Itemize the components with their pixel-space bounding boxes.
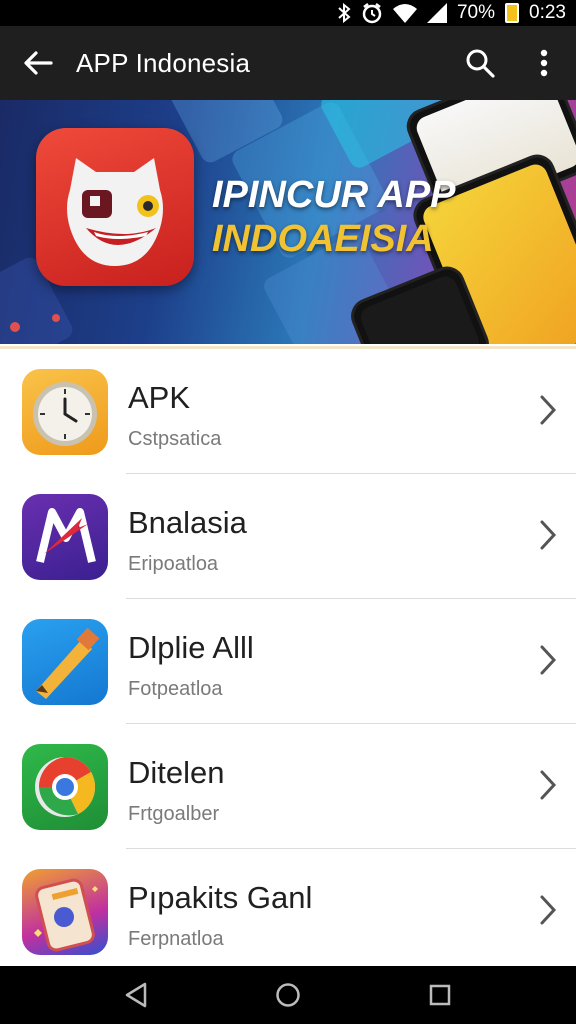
- page-title: APP Indonesia: [76, 47, 251, 78]
- bluetooth-icon: [337, 3, 351, 23]
- app-subtitle: Ferpnatloa: [128, 928, 224, 950]
- chevron-right-icon: [538, 769, 558, 806]
- app-name: Dlplie Alll: [128, 630, 254, 665]
- promo-banner[interactable]: IPINCUR APP INDOAEISIA: [0, 100, 576, 344]
- banner-title-line1: IPINCUR APP: [212, 174, 456, 216]
- signal-icon: [426, 3, 447, 23]
- battery-icon: [505, 3, 520, 23]
- chevron-right-icon: [538, 894, 558, 931]
- app-subtitle: Cstpsatica: [128, 428, 222, 450]
- chrome-app-icon: [22, 744, 108, 830]
- app-bar: APP Indonesia: [0, 26, 576, 100]
- decorative-dot: [52, 314, 60, 322]
- app-name: Ditelen: [128, 755, 225, 790]
- banner-title-line2: INDOAEISIA: [212, 218, 434, 260]
- app-name: Pıpakits Ganl: [128, 880, 313, 915]
- decorative-dot: [10, 322, 20, 332]
- search-icon[interactable]: [448, 26, 512, 100]
- back-triangle-icon[interactable]: [106, 966, 166, 1024]
- home-circle-icon[interactable]: [258, 966, 318, 1024]
- recents-square-icon[interactable]: [410, 966, 470, 1024]
- app-name: Bnalasia: [128, 505, 247, 540]
- list-item[interactable]: Bnalasia Eripoatloa: [0, 474, 576, 599]
- app-subtitle: Frtgoalber: [128, 803, 220, 825]
- app-list: APK Cstpsatica Bnalasia Eripoatloa Dlpli…: [0, 346, 576, 966]
- alarm-icon: [361, 2, 383, 24]
- wifi-icon: [392, 3, 417, 23]
- app-subtitle: Fotpeatloa: [128, 678, 223, 700]
- clock-time: 0:23: [529, 2, 566, 23]
- app-name: APK: [128, 380, 191, 415]
- list-item[interactable]: APK Cstpsatica: [0, 349, 576, 474]
- app-subtitle: Eripoatloa: [128, 553, 219, 575]
- back-arrow-icon[interactable]: [0, 26, 76, 100]
- pencil-app-icon: [22, 619, 108, 705]
- status-bar: 70% 0:23: [0, 0, 576, 26]
- list-item[interactable]: Dlplie Alll Fotpeatloa: [0, 599, 576, 724]
- chevron-right-icon: [538, 394, 558, 431]
- battery-percent: 70%: [456, 2, 496, 23]
- chevron-right-icon: [538, 519, 558, 556]
- clock-app-icon: [22, 369, 108, 455]
- list-item[interactable]: Ditelen Frtgoalber: [0, 724, 576, 849]
- phone-app-icon: [22, 869, 108, 955]
- banner-logo: [36, 128, 194, 286]
- m-logo-app-icon: [22, 494, 108, 580]
- more-vert-icon[interactable]: [512, 26, 576, 100]
- navigation-bar: [0, 966, 576, 1024]
- list-item[interactable]: Pıpakits Ganl Ferpnatloa: [0, 849, 576, 974]
- chevron-right-icon: [538, 644, 558, 681]
